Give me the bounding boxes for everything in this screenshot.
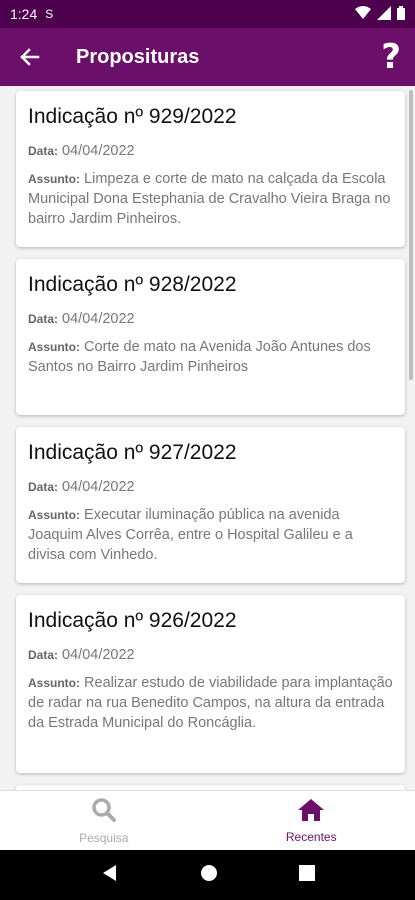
subject-label: Assunto:: [28, 676, 80, 690]
page-title: Proposituras: [76, 45, 200, 68]
card-date: 04/04/2022: [62, 311, 135, 327]
nav-search[interactable]: Pesquisa: [0, 791, 208, 850]
card-subject: Limpeza e corte de mato na calçada da Es…: [28, 171, 391, 227]
search-icon: [91, 797, 117, 828]
card-title: Indicação nº 926/2022: [28, 609, 237, 632]
card-title: Indicação nº 928/2022: [28, 273, 237, 296]
help-icon[interactable]: ?: [381, 40, 401, 74]
subject-label: Assunto:: [28, 172, 80, 186]
proposition-card[interactable]: Indicação nº 929/2022 Data: 04/04/2022 A…: [16, 91, 405, 247]
signal-icon: [377, 5, 391, 23]
proposition-card[interactable]: Indicação nº 928/2022 Data: 04/04/2022 A…: [16, 259, 405, 415]
date-label: Data:: [28, 144, 59, 158]
battery-icon: [397, 5, 405, 23]
system-navigation-bar: [0, 850, 415, 900]
back-triangle-icon[interactable]: [101, 864, 119, 887]
card-title: Indicação nº 927/2022: [28, 441, 237, 464]
card-subject: Corte de mato na Avenida João Antunes do…: [28, 339, 371, 375]
date-label: Data:: [28, 648, 59, 662]
date-label: Data:: [28, 480, 59, 494]
bottom-navigation: Pesquisa Recentes: [0, 790, 415, 850]
subject-label: Assunto:: [28, 508, 80, 522]
propositions-list[interactable]: Indicação nº 929/2022 Data: 04/04/2022 A…: [0, 86, 415, 790]
back-arrow-icon[interactable]: [14, 41, 46, 73]
nav-recent[interactable]: Recentes: [208, 791, 415, 850]
card-date: 04/04/2022: [62, 479, 135, 495]
app-bar: Proposituras ?: [0, 28, 415, 86]
subject-label: Assunto:: [28, 340, 80, 354]
card-title: Indicação nº 929/2022: [28, 105, 237, 128]
recents-square-icon[interactable]: [298, 864, 315, 886]
proposition-card[interactable]: Indicação nº 926/2022 Data: 04/04/2022 A…: [16, 595, 405, 773]
card-date: 04/04/2022: [62, 143, 135, 159]
date-label: Data:: [28, 312, 59, 326]
home-circle-icon[interactable]: [200, 864, 218, 887]
nav-search-label: Pesquisa: [79, 830, 129, 845]
proposition-card[interactable]: Indicação nº 927/2022 Data: 04/04/2022 A…: [16, 427, 405, 583]
status-bar: 1:24 S: [0, 0, 415, 28]
card-subject: Realizar estudo de viabilidade para impl…: [28, 675, 393, 731]
status-time: 1:24: [10, 6, 38, 22]
nav-recent-label: Recentes: [285, 829, 337, 844]
home-icon: [297, 798, 325, 827]
wifi-icon: [355, 5, 371, 23]
scrollbar[interactable]: [409, 90, 413, 380]
sync-icon: S: [45, 7, 54, 21]
card-date: 04/04/2022: [62, 647, 135, 663]
